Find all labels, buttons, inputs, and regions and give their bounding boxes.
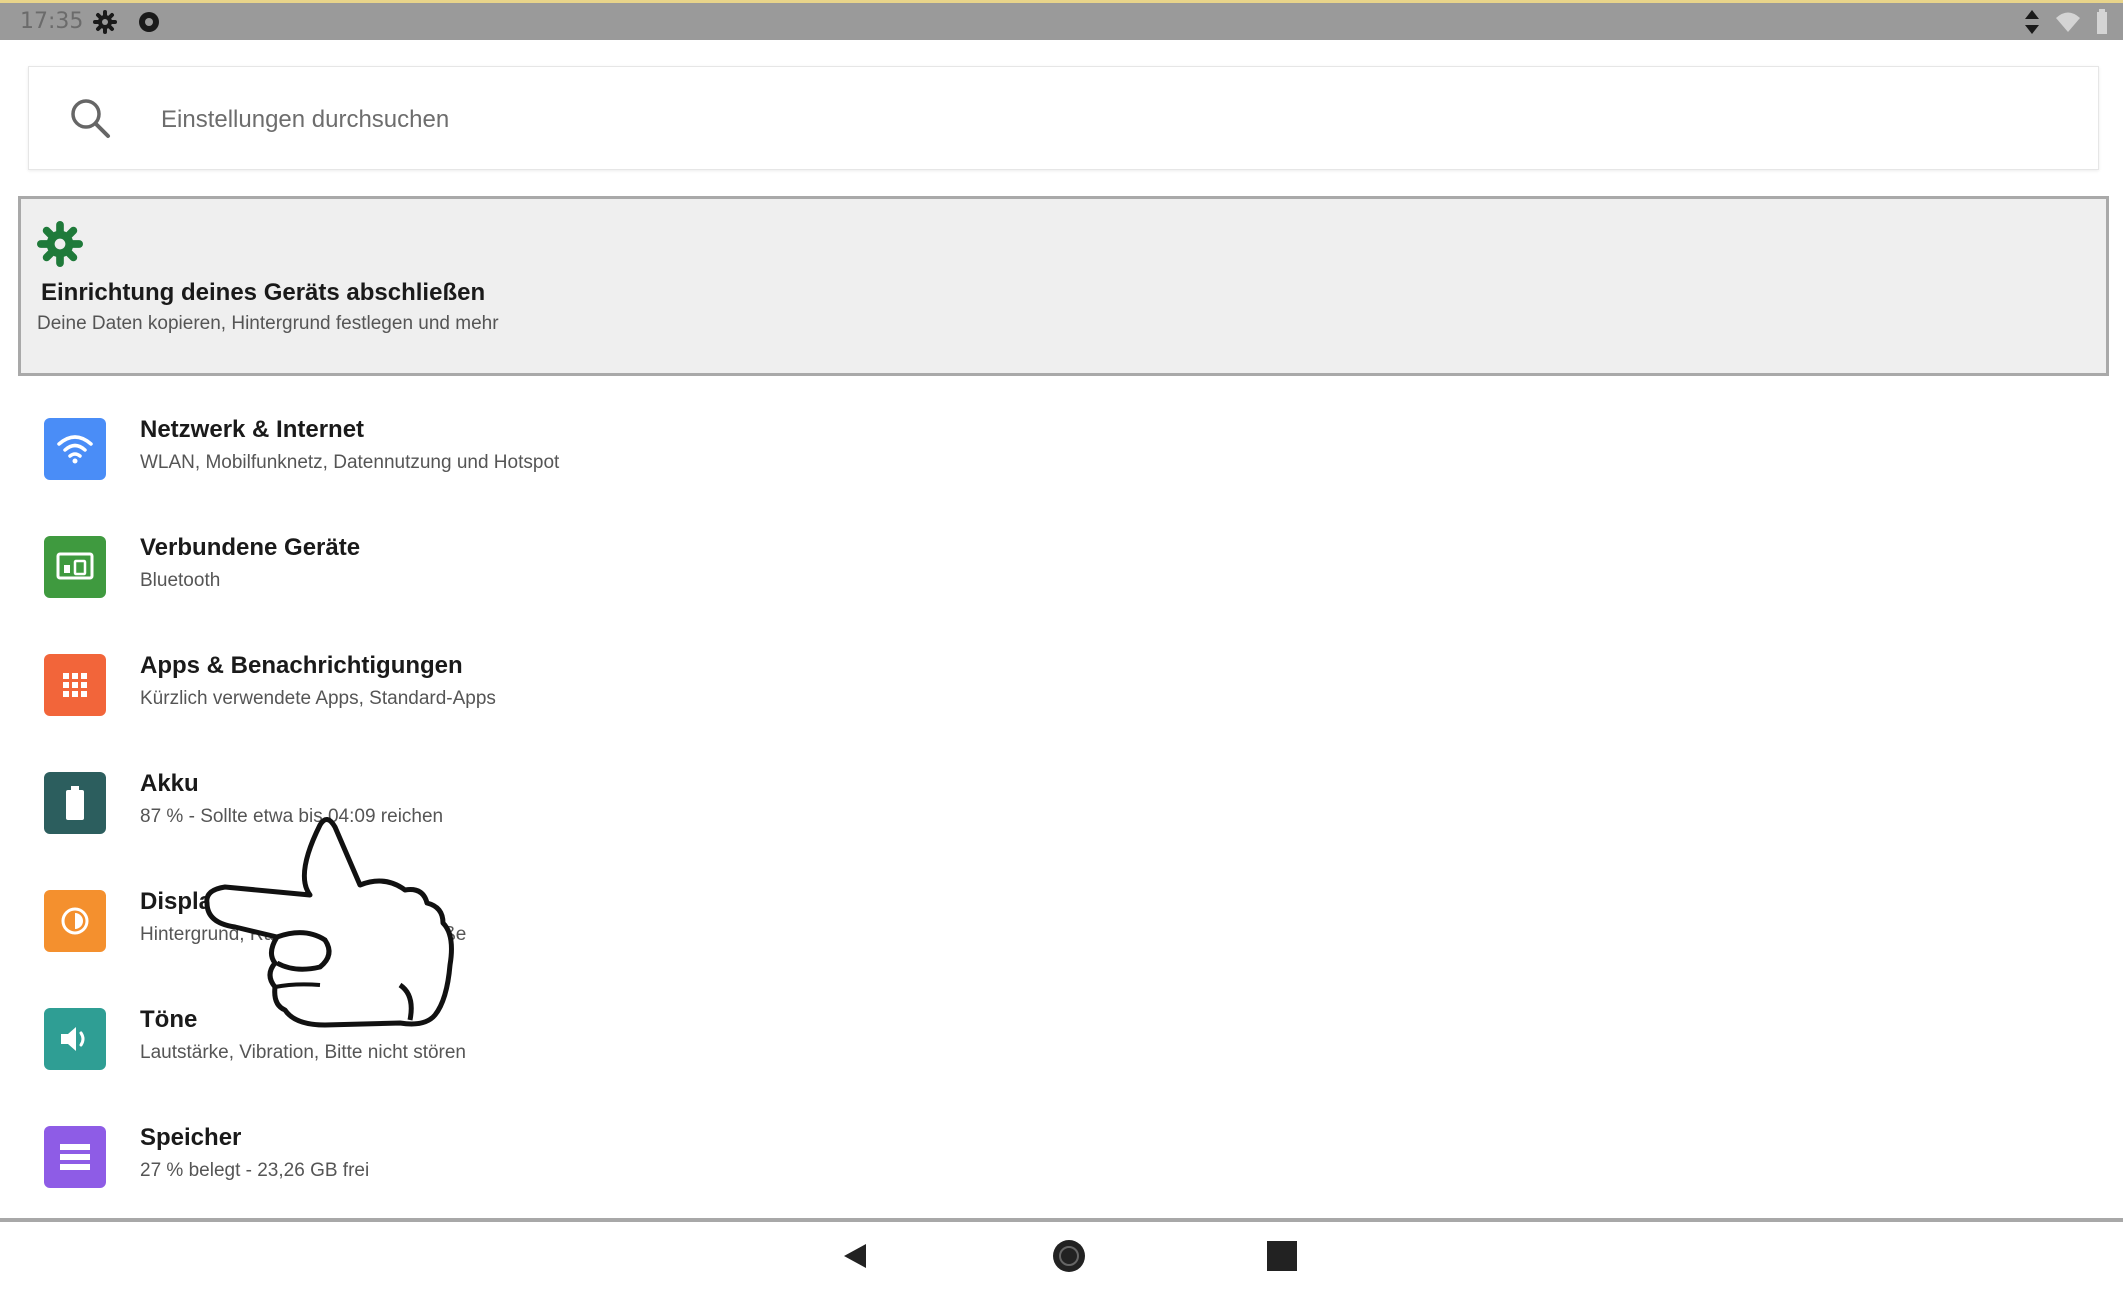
back-icon[interactable]	[836, 1236, 876, 1276]
settings-item-display[interactable]: Display Hintergrund, Ruhemodus, Schriftg…	[28, 868, 2098, 978]
settings-item-battery[interactable]: Akku 87 % - Sollte etwa bis 04:09 reiche…	[28, 750, 2098, 860]
gear-icon	[37, 221, 83, 267]
battery-icon	[2097, 9, 2107, 34]
search-icon	[71, 99, 110, 138]
search-bar[interactable]	[28, 66, 2099, 170]
apps-grid-icon	[44, 654, 106, 716]
brightness-icon	[44, 890, 106, 952]
storage-icon	[44, 1126, 106, 1188]
settings-item-title: Töne	[140, 1006, 198, 1033]
settings-item-apps-notifications[interactable]: Apps & Benachrichtigungen Kürzlich verwe…	[28, 632, 2098, 742]
settings-item-subtitle: Bluetooth	[140, 570, 221, 591]
setup-card-title: Einrichtung deines Geräts abschließen	[41, 279, 486, 306]
data-transfer-icon	[2025, 10, 2039, 34]
settings-item-title: Verbundene Geräte	[140, 534, 361, 561]
settings-item-title: Akku	[140, 770, 199, 797]
wifi-icon	[44, 418, 106, 480]
settings-item-subtitle: Kürzlich verwendete Apps, Standard-Apps	[140, 688, 496, 709]
settings-item-subtitle: Lautstärke, Vibration, Bitte nicht störe…	[140, 1042, 466, 1063]
navigation-bar	[0, 1222, 2123, 1291]
recents-icon[interactable]	[1262, 1236, 1302, 1276]
wifi-icon	[2056, 12, 2080, 32]
settings-item-title: Netzwerk & Internet	[140, 416, 365, 443]
settings-item-subtitle: WLAN, Mobilfunknetz, Datennutzung und Ho…	[140, 452, 560, 473]
volume-icon	[44, 1008, 106, 1070]
settings-item-sounds[interactable]: Töne Lautstärke, Vibration, Bitte nicht …	[28, 986, 2098, 1096]
settings-item-subtitle: 87 % - Sollte etwa bis 04:09 reichen	[140, 806, 444, 827]
settings-item-network[interactable]: Netzwerk & Internet WLAN, Mobilfunknetz,…	[28, 396, 2098, 506]
settings-item-subtitle: 27 % belegt - 23,26 GB frei	[140, 1160, 370, 1181]
gear-icon	[93, 10, 117, 34]
settings-item-title: Apps & Benachrichtigungen	[140, 652, 463, 679]
setup-suggestion-card[interactable]: Einrichtung deines Geräts abschließen De…	[18, 196, 2109, 376]
settings-item-subtitle: Hintergrund, Ruhemodus, Schriftgröße	[140, 924, 467, 945]
settings-item-storage[interactable]: Speicher 27 % belegt - 23,26 GB frei	[28, 1104, 2098, 1214]
home-icon[interactable]	[1049, 1236, 1089, 1276]
status-bar: 17:35	[0, 0, 2123, 40]
notification-icon	[139, 12, 159, 32]
search-input[interactable]	[159, 97, 1663, 143]
connected-devices-icon	[44, 536, 106, 598]
battery-icon	[44, 772, 106, 834]
settings-item-title: Display	[140, 888, 226, 915]
settings-item-connected-devices[interactable]: Verbundene Geräte Bluetooth	[28, 514, 2098, 624]
status-right-icons	[2023, 9, 2109, 35]
status-time: 17:35	[20, 9, 84, 34]
setup-card-subtitle: Deine Daten kopieren, Hintergrund festle…	[37, 313, 499, 334]
settings-item-title: Speicher	[140, 1124, 242, 1151]
